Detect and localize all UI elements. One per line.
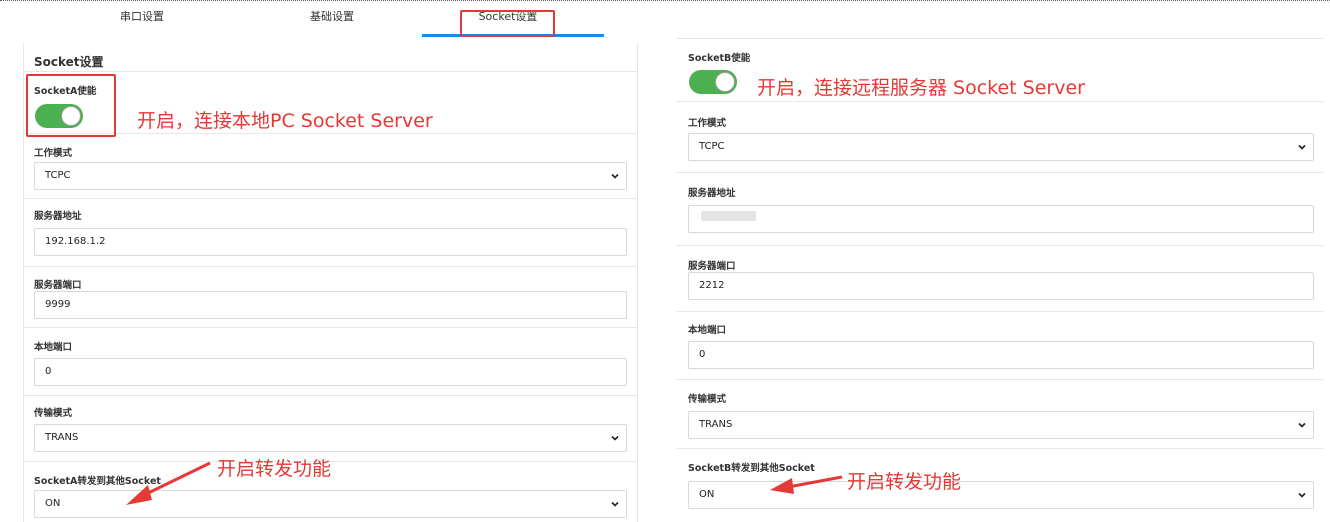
divider bbox=[24, 71, 637, 72]
divider bbox=[24, 395, 637, 396]
divider bbox=[676, 311, 1323, 312]
annotation-enable-right: 开启，连接远程服务器 Socket Server bbox=[757, 77, 1085, 99]
local-port-label: 本地端口 bbox=[34, 342, 73, 353]
red-arrow-icon bbox=[126, 461, 211, 505]
forward-value: ON bbox=[699, 489, 715, 500]
redacted-address bbox=[701, 211, 756, 221]
work-mode-select[interactable]: TCPC bbox=[34, 162, 627, 190]
trans-mode-label: 传输模式 bbox=[688, 394, 727, 405]
divider bbox=[676, 379, 1323, 380]
tab-highlight-box bbox=[460, 10, 555, 37]
local-port-label: 本地端口 bbox=[688, 325, 727, 336]
chevron-down-icon bbox=[611, 435, 619, 441]
trans-mode-select[interactable]: TRANS bbox=[688, 411, 1314, 439]
toggle-knob bbox=[715, 72, 735, 92]
annotation-enable-left: 开启，连接本地PC Socket Server bbox=[137, 110, 433, 132]
work-mode-value: TCPC bbox=[45, 170, 71, 181]
socket-b-enable-label: SocketB使能 bbox=[688, 53, 751, 64]
red-arrow-icon bbox=[770, 475, 843, 494]
divider bbox=[676, 101, 1323, 102]
work-mode-value: TCPC bbox=[699, 141, 725, 152]
server-addr-label: 服务器地址 bbox=[34, 211, 82, 222]
top-border bbox=[0, 0, 1330, 1]
divider bbox=[24, 266, 637, 267]
server-port-input[interactable]: 2212 bbox=[688, 272, 1314, 300]
trans-mode-value: TRANS bbox=[45, 432, 79, 443]
trans-mode-label: 传输模式 bbox=[34, 408, 73, 419]
chevron-down-icon bbox=[1298, 492, 1306, 498]
divider bbox=[676, 245, 1323, 246]
annotation-forward-left: 开启转发功能 bbox=[217, 458, 332, 480]
chevron-down-icon bbox=[1298, 422, 1306, 428]
tab-serial[interactable]: 串口设置 bbox=[82, 8, 202, 24]
server-port-input[interactable]: 9999 bbox=[34, 291, 627, 319]
local-port-input[interactable]: 0 bbox=[688, 341, 1314, 369]
work-mode-select[interactable]: TCPC bbox=[688, 133, 1314, 161]
socket-b-enable-toggle[interactable] bbox=[689, 70, 737, 94]
trans-mode-select[interactable]: TRANS bbox=[34, 424, 627, 452]
local-port-input[interactable]: 0 bbox=[34, 358, 627, 386]
chevron-down-icon bbox=[611, 501, 619, 507]
work-mode-label: 工作模式 bbox=[688, 118, 727, 129]
annotation-forward-right: 开启转发功能 bbox=[847, 471, 962, 493]
divider bbox=[24, 198, 637, 199]
divider bbox=[676, 448, 1323, 449]
server-port-label: 服务器端口 bbox=[34, 280, 82, 291]
chevron-down-icon bbox=[611, 173, 619, 179]
server-addr-label: 服务器地址 bbox=[688, 188, 736, 199]
chevron-down-icon bbox=[1298, 144, 1306, 150]
server-addr-input[interactable]: 192.168.1.2 bbox=[34, 228, 627, 256]
server-port-label: 服务器端口 bbox=[688, 261, 736, 272]
divider bbox=[676, 172, 1323, 173]
section-title: Socket设置 bbox=[34, 55, 104, 69]
work-mode-label: 工作模式 bbox=[34, 148, 73, 159]
forward-value: ON bbox=[45, 498, 61, 509]
socket-b-panel: SocketB使能 工作模式 TCPC 服务器地址 服务器端口 2212 本地端… bbox=[676, 38, 1323, 522]
tab-basic[interactable]: 基础设置 bbox=[272, 8, 392, 24]
divider bbox=[24, 327, 637, 328]
tab-bar: 串口设置 基础设置 Socket设置 bbox=[0, 2, 648, 37]
page: 串口设置 基础设置 Socket设置 Socket设置 SocketA使能 工作… bbox=[0, 0, 1330, 522]
server-addr-input[interactable] bbox=[688, 205, 1314, 233]
enable-highlight-box bbox=[26, 74, 116, 137]
trans-mode-value: TRANS bbox=[699, 419, 733, 430]
